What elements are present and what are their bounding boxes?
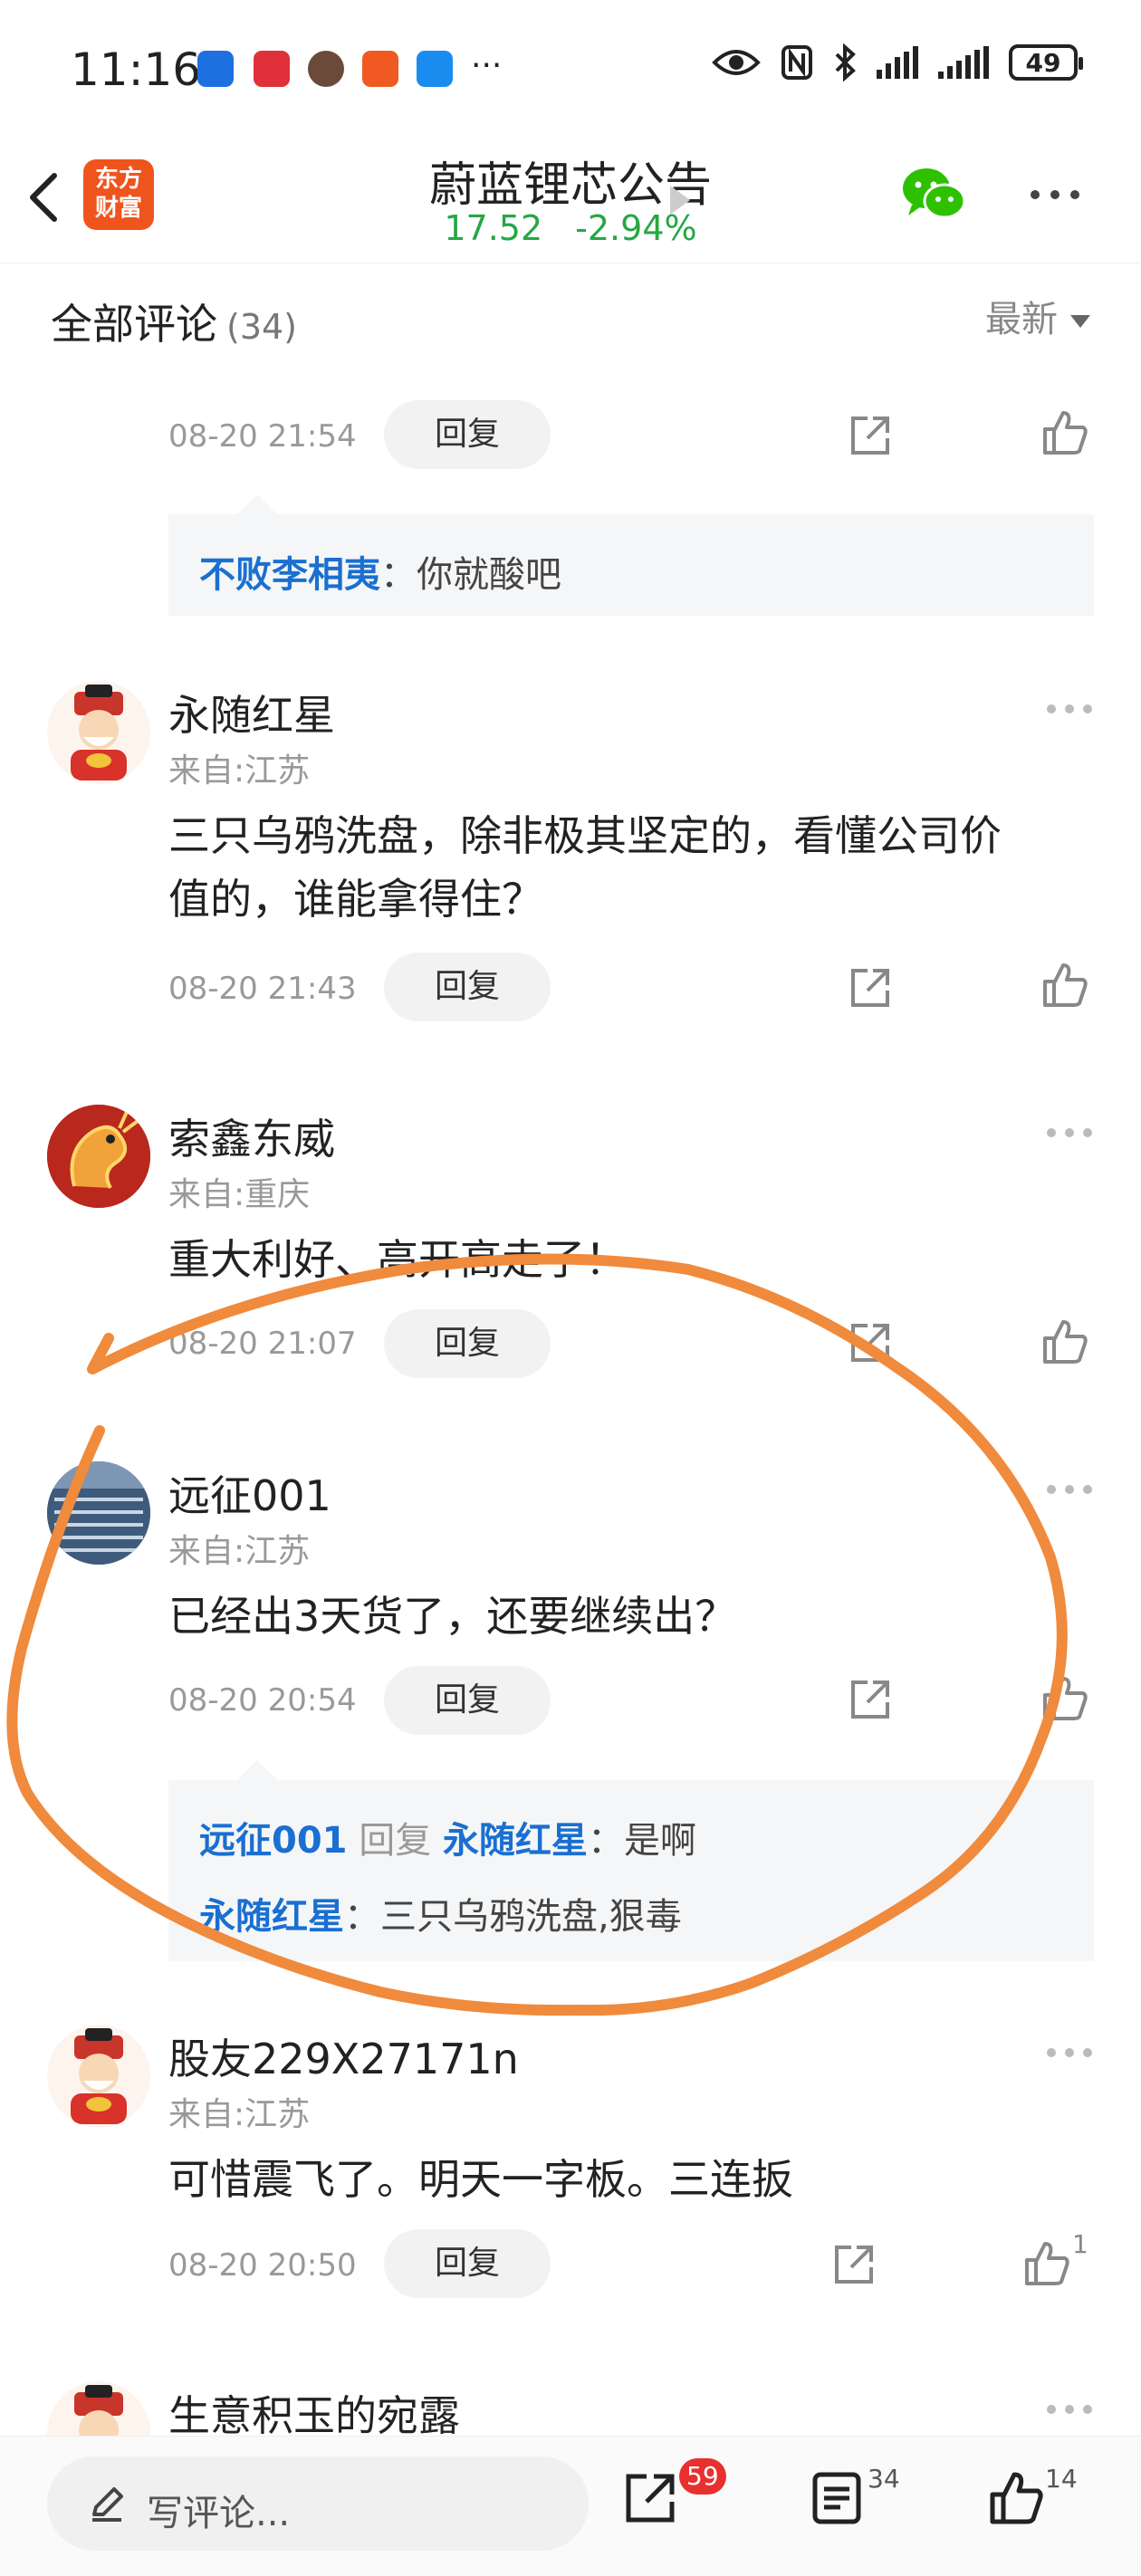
comment-more-icon[interactable]: [1047, 2048, 1092, 2057]
reply-line: 不败李相夷：你就酸吧: [199, 554, 561, 596]
user-location: 来自:江苏: [168, 1533, 311, 1570]
user-location: 来自:江苏: [168, 752, 311, 790]
stock-quote[interactable]: 17.52 -2.94%: [0, 208, 1141, 248]
comments-section-title: 全部评论 (34): [51, 300, 298, 349]
username[interactable]: 索鑫东威: [168, 1106, 335, 1166]
comments-count-label: 34: [868, 2464, 900, 2494]
reply-line: 远征001 回复 永随红星：是啊: [199, 1820, 696, 1862]
user-avatar[interactable]: [47, 1105, 150, 1208]
eye-icon: [712, 50, 761, 75]
username[interactable]: 生意积玉的宛露: [168, 2383, 460, 2443]
wifi-signal-icon: [877, 46, 918, 79]
more-options-icon[interactable]: [1031, 190, 1079, 199]
comment-date: 08-20 21:54: [168, 418, 357, 455]
comment-more-icon[interactable]: [1047, 704, 1092, 713]
share-icon[interactable]: [848, 413, 893, 458]
reply-username[interactable]: 远征001: [199, 1820, 348, 1862]
share-icon[interactable]: [621, 2469, 679, 2527]
pencil-icon: [92, 2487, 123, 2522]
reply-thread: 不败李相夷：你就酸吧: [168, 494, 1094, 616]
bottom-action-bar: 写评论... 59 34 14: [0, 2436, 1141, 2576]
stock-price: 17.52: [444, 208, 543, 248]
reply-text: 你就酸吧: [417, 554, 561, 596]
comment-text: 重大利好、高开高走了！: [168, 1235, 627, 1284]
username[interactable]: 永随红星: [168, 683, 335, 742]
share-icon[interactable]: [831, 2242, 877, 2287]
thumbs-up-icon[interactable]: [1023, 2240, 1070, 2287]
dragon-avatar-icon: [47, 1105, 150, 1208]
battery-icon: 49: [1009, 44, 1083, 81]
user-location: 来自:江苏: [168, 2096, 311, 2133]
more-notifications-icon: ···: [471, 47, 503, 84]
reply-thread: 远征001 回复 永随红星：是啊 永随红星：三只乌鸦洗盘,狠毒: [168, 1760, 1094, 1961]
reply-text: 是啊: [623, 1820, 696, 1862]
reply-username[interactable]: 永随红星: [199, 1896, 344, 1938]
clock: 11:16: [71, 43, 202, 96]
reply-username[interactable]: 不败李相夷: [199, 554, 380, 596]
nfc-icon: [781, 45, 812, 80]
message-app-icon: [417, 51, 453, 87]
reply-button[interactable]: 回复: [384, 1666, 551, 1735]
app-header: 东方 财富 蔚蓝锂芯公告 17.52 -2.94%: [0, 136, 1141, 263]
thumbs-up-icon[interactable]: [1041, 962, 1088, 1009]
username[interactable]: 远征001: [168, 1463, 331, 1523]
user-avatar[interactable]: [47, 2381, 150, 2436]
write-comment-input[interactable]: 写评论...: [47, 2456, 589, 2551]
paper-plane-app-icon: [362, 51, 398, 87]
comment-date: 08-20 21:07: [168, 1326, 357, 1362]
reply-verb: 回复: [359, 1820, 432, 1862]
share-icon[interactable]: [848, 1320, 893, 1365]
building-avatar-icon: [47, 1461, 150, 1565]
comment-date: 08-20 21:43: [168, 971, 357, 1007]
comments-icon[interactable]: [808, 2469, 866, 2527]
likes-count-label: 14: [1045, 2464, 1078, 2494]
comment-date: 08-20 20:54: [168, 1682, 357, 1719]
thumbs-up-icon[interactable]: [1041, 409, 1088, 456]
page-title[interactable]: 蔚蓝锂芯公告: [0, 147, 1141, 215]
expand-arrow-icon[interactable]: [670, 186, 690, 215]
fortune-god-avatar-icon: [71, 2028, 127, 2124]
reply-target-username[interactable]: 永随红星: [443, 1820, 588, 1862]
comment-more-icon[interactable]: [1047, 2405, 1092, 2414]
thumbs-up-icon[interactable]: [1041, 1318, 1088, 1365]
user-avatar[interactable]: [47, 2025, 150, 2128]
user-location: 来自:重庆: [168, 1176, 311, 1213]
bluetooth-icon: [835, 43, 856, 81]
sort-dropdown[interactable]: 最新: [985, 290, 1090, 342]
wechat-share-icon[interactable]: [901, 165, 966, 223]
reply-button[interactable]: 回复: [384, 953, 551, 1021]
write-comment-placeholder: 写评论...: [147, 2493, 291, 2534]
share-icon[interactable]: [848, 965, 893, 1010]
comment-date: 08-20 20:50: [168, 2247, 357, 2284]
reply-button[interactable]: 回复: [384, 2229, 551, 2298]
like-count: 1: [1072, 2229, 1088, 2259]
share-count-badge: 59: [679, 2458, 726, 2495]
comment-text: 已经出3天货了，还要继续出？: [168, 1592, 737, 1641]
comment-more-icon[interactable]: [1047, 1485, 1092, 1494]
user-avatar[interactable]: [47, 681, 150, 784]
fortune-god-avatar-icon: [71, 685, 127, 780]
username[interactable]: 股友229X27171n: [168, 2026, 519, 2086]
fortune-god-avatar-icon: [74, 2385, 123, 2436]
comment-text: 可惜震飞了。明天一字板。三连扳: [168, 2155, 793, 2204]
reply-line: 永随红星：三只乌鸦洗盘,狠毒: [199, 1896, 682, 1938]
reply-text: 三只乌鸦洗盘,狠毒: [380, 1896, 682, 1938]
comments-count: (34): [226, 307, 298, 347]
comment-text: 三只乌鸦洗盘，除非极其坚定的，看懂公司价 值的，谁能拿得住？: [168, 811, 1002, 924]
comment-more-icon[interactable]: [1047, 1128, 1092, 1137]
mail-app-icon: [197, 51, 234, 87]
thumbs-up-icon[interactable]: [1041, 1675, 1088, 1722]
cellular-signal-icon: [938, 46, 989, 79]
status-indicators: 49: [712, 43, 1083, 81]
share-icon[interactable]: [848, 1677, 893, 1722]
dropdown-triangle-icon: [1070, 315, 1090, 328]
contact-avatar-icon: [308, 51, 344, 87]
huawei-app-icon: [254, 51, 290, 87]
reply-button[interactable]: 回复: [384, 1309, 551, 1378]
thumbs-up-icon[interactable]: [987, 2469, 1045, 2527]
status-bar: 11:16 ··· 49: [0, 0, 1141, 136]
user-avatar[interactable]: [47, 1461, 150, 1565]
reply-button[interactable]: 回复: [384, 400, 551, 469]
